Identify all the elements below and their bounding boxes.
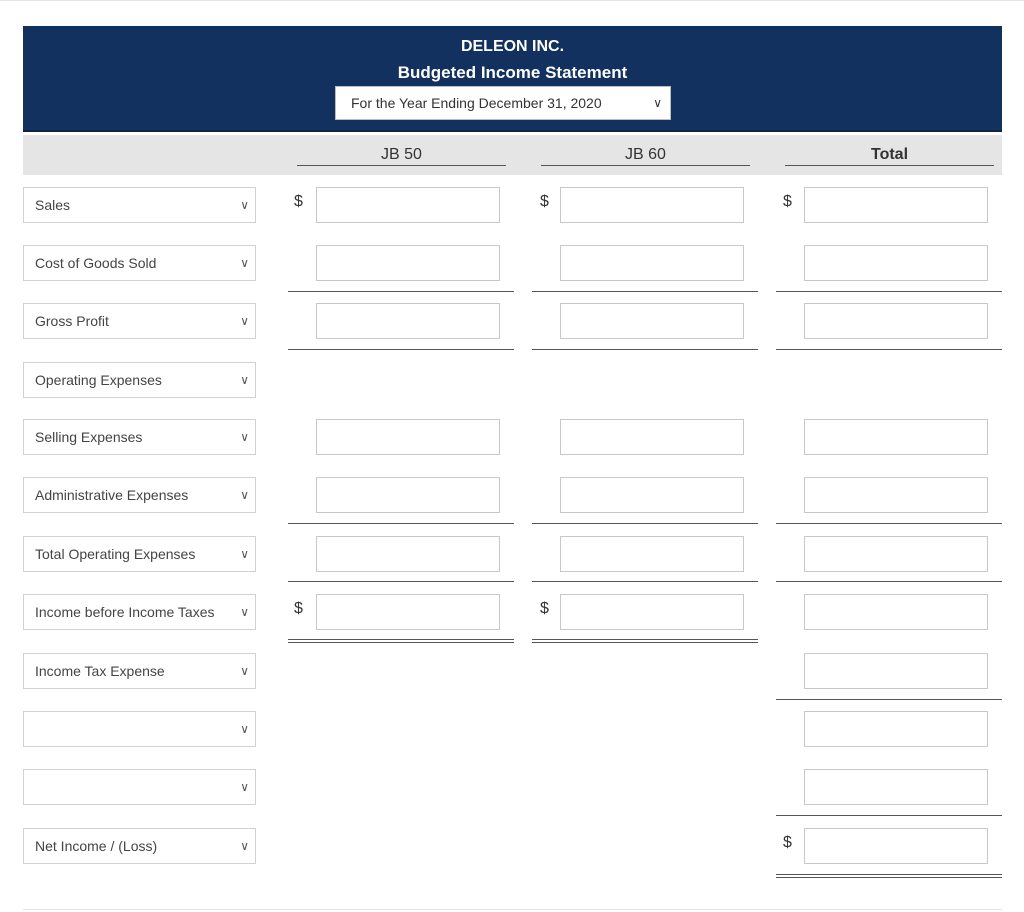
subtotal-rule [532,523,758,524]
subtotal-rule [776,699,1002,700]
row-label: Selling Expenses [35,429,143,445]
chevron-down-icon: ∨ [240,198,249,212]
double-underline [776,874,1002,878]
statement-header: DELEON INC. Budgeted Income Statement Fo… [23,26,1002,132]
row-label: Administrative Expenses [35,487,189,503]
dollar-sign: $ [783,834,792,851]
row-label-select[interactable]: Selling Expenses ∨ [23,419,256,455]
row-label-select[interactable]: Net Income / (Loss) ∨ [23,828,256,864]
amount-input-jb50[interactable] [316,303,500,339]
subtotal-rule [288,523,514,524]
row-label: Cost of Goods Sold [35,255,157,271]
chevron-down-icon: ∨ [240,547,249,561]
subtotal-rule [288,291,514,292]
chevron-down-icon: ∨ [240,839,249,853]
chevron-down-icon: ∨ [240,314,249,328]
amount-input-jb50[interactable] [316,187,500,223]
amount-input-jb50[interactable] [316,245,500,281]
double-underline [288,639,514,643]
dollar-sign: $ [540,193,549,210]
amount-input-total[interactable] [804,303,988,339]
row-label-select[interactable]: Income Tax Expense ∨ [23,653,256,689]
company-name: DELEON INC. [460,38,565,55]
amount-input-total[interactable] [804,245,988,281]
subtotal-rule [776,815,1002,816]
row-label: Income Tax Expense [35,663,165,679]
row-label-select[interactable]: Total Operating Expenses ∨ [23,536,256,572]
subtotal-rule [776,581,1002,582]
row-label: Net Income / (Loss) [35,838,158,854]
row-label-select[interactable]: Income before Income Taxes ∨ [23,594,256,630]
subtotal-rule [288,349,514,350]
period-select-value: For the Year Ending December 31, 2020 [351,95,602,111]
row-label-select[interactable]: ∨ [23,769,256,805]
column-header-jb50: JB 50 [297,145,506,166]
row-label-select[interactable]: Operating Expenses ∨ [23,362,256,398]
top-divider [0,0,1024,1]
row-label-select[interactable]: Gross Profit ∨ [23,303,256,339]
amount-input-jb60[interactable] [560,477,744,513]
row-label-select[interactable]: Sales ∨ [23,187,256,223]
dollar-sign: $ [294,193,303,210]
amount-input-jb60[interactable] [560,187,744,223]
amount-input-jb50[interactable] [316,419,500,455]
column-header-jb60: JB 60 [541,145,750,166]
chevron-down-icon: ∨ [240,373,249,387]
bottom-divider [23,909,1002,910]
chevron-down-icon: ∨ [240,256,249,270]
header-divider [23,130,1002,132]
chevron-down-icon: ∨ [240,722,249,736]
amount-input-total[interactable] [804,187,988,223]
amount-input-total[interactable] [804,769,988,805]
row-label-select[interactable]: Administrative Expenses ∨ [23,477,256,513]
amount-input-jb50[interactable] [316,477,500,513]
column-header-total: Total [785,145,994,166]
chevron-down-icon: ∨ [240,664,249,678]
amount-input-total[interactable] [804,477,988,513]
period-select[interactable]: For the Year Ending December 31, 2020 ∨ [335,86,671,120]
chevron-down-icon: ∨ [240,430,249,444]
amount-input-total[interactable] [804,594,988,630]
amount-input-jb60[interactable] [560,594,744,630]
row-label-select[interactable]: Cost of Goods Sold ∨ [23,245,256,281]
dollar-sign: $ [294,600,303,617]
dollar-sign: $ [783,193,792,210]
dollar-sign: $ [540,600,549,617]
row-label-select[interactable]: ∨ [23,711,256,747]
amount-input-jb60[interactable] [560,303,744,339]
amount-input-total[interactable] [804,711,988,747]
row-label: Operating Expenses [35,372,162,388]
amount-input-total[interactable] [804,828,988,864]
double-underline [532,639,758,643]
row-label: Gross Profit [35,313,109,329]
amount-input-total[interactable] [804,653,988,689]
subtotal-rule [776,523,1002,524]
chevron-down-icon: ∨ [653,96,662,110]
amount-input-total[interactable] [804,419,988,455]
subtotal-rule [532,291,758,292]
row-label: Sales [35,197,71,213]
row-label: Income before Income Taxes [35,604,215,620]
amount-input-jb60[interactable] [560,245,744,281]
subtotal-rule [776,349,1002,350]
amount-input-jb50[interactable] [316,536,500,572]
amount-input-jb60[interactable] [560,419,744,455]
amount-input-jb60[interactable] [560,536,744,572]
subtotal-rule [532,581,758,582]
row-label: Total Operating Expenses [35,546,196,562]
amount-input-total[interactable] [804,536,988,572]
subtotal-rule [532,349,758,350]
chevron-down-icon: ∨ [240,488,249,502]
chevron-down-icon: ∨ [240,780,249,794]
subtotal-rule [776,291,1002,292]
chevron-down-icon: ∨ [240,605,249,619]
statement-title: Budgeted Income Statement [397,63,628,82]
amount-input-jb50[interactable] [316,594,500,630]
subtotal-rule [288,581,514,582]
